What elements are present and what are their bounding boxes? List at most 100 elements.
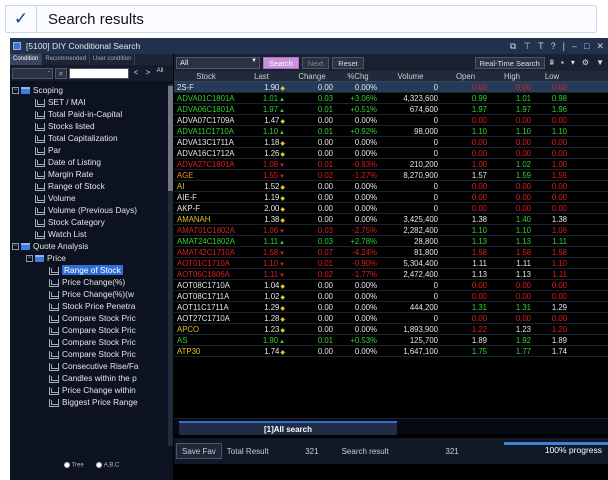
column-header-volume[interactable]: Volume (380, 71, 441, 81)
table-row[interactable]: AIE-F 1.19◆ 0.00 0.00% 0 0.00 0.00 0.00 (174, 192, 608, 203)
reset-button[interactable]: Reset (332, 56, 364, 69)
table-row[interactable]: AMAT24C1802A 1.11▲ 0.03 +2.78% 28,800 1.13 1.1… (174, 236, 608, 247)
window-control-0-icon[interactable]: ⧉ (510, 41, 516, 52)
table-row[interactable]: AOT01C1710A 1.10▼ 0.01 -0.90% 5,304,400 1.11 1… (174, 258, 608, 269)
collapse-icon[interactable]: − (26, 255, 33, 263)
table-row[interactable]: AI 1.52◆ 0.00 0.00% 0 0.00 0.00 0.00 (174, 181, 608, 192)
table-row[interactable]: AOT27C1710A 1.28◆ 0.00 0.00% 0 0.00 0.00 0.00 (174, 313, 608, 324)
cell-chg: 0.02 (317, 171, 333, 180)
window-control-2-icon[interactable]: T (538, 41, 544, 52)
tree-item[interactable]: − Price (10, 252, 168, 264)
column-header-low[interactable]: Low (534, 71, 570, 81)
table-row[interactable]: ADVA16C1712A 1.26◆ 0.00 0.00% 0 0.00 0.00 0.00 (174, 148, 608, 159)
tree-item[interactable]: Margin Rate (10, 168, 168, 180)
market-filter-dropdown[interactable]: All (176, 56, 260, 69)
tree-item[interactable]: Date of Listing (10, 156, 168, 168)
filter-icon[interactable]: ▼ (594, 58, 606, 67)
table-row[interactable]: ADVA07C1709A 1.47◆ 0.00 0.00% 0 0.00 0.00 0.00 (174, 115, 608, 126)
search-button[interactable]: Search (263, 56, 299, 69)
table-row[interactable]: ADVA13C1711A 1.18◆ 0.00 0.00% 0 0.00 0.00 0.00 (174, 137, 608, 148)
next-button[interactable]: > (143, 68, 153, 79)
column-header-stock[interactable]: Stock (174, 71, 235, 81)
prev-button[interactable]: < (131, 68, 141, 79)
table-row[interactable]: AOT08C1710A 1.04◆ 0.00 0.00% 0 0.00 0.00 0.00 (174, 280, 608, 291)
tree-item[interactable]: Price Change within (10, 384, 168, 396)
table-row[interactable]: AMAT01C1802A 1.06▼ 0.03 -2.75% 2,282,400 1.10… (174, 225, 608, 236)
window-control-3-icon[interactable]: ? (551, 41, 556, 52)
scrollbar-thumb[interactable] (168, 86, 173, 191)
column-header-high[interactable]: High (490, 71, 534, 81)
next-button[interactable]: Next (301, 56, 330, 69)
window-control-1-icon[interactable]: ⊤ (523, 41, 531, 52)
layout-icon[interactable]: ▪ (559, 58, 566, 67)
table-row[interactable]: APCO 1.23◆ 0.00 0.00% 1,893,900 1.22 1.23 1.20 (174, 324, 608, 335)
collapse-icon[interactable]: − (12, 243, 19, 251)
table-row[interactable]: ADVA27C1801A 1.06▼ 0.01 -0.93% 210,200 1.00 1.… (174, 159, 608, 170)
table-row[interactable]: AMANAH 1.38◆ 0.00 0.00% 3,425,400 1.38 1.40 1.3… (174, 214, 608, 225)
tree-item[interactable]: − Scoping (10, 84, 168, 96)
tree-item[interactable]: Compare Stock Pric (10, 324, 168, 336)
table-row[interactable]: AOT11C1711A 1.29◆ 0.00 0.00% 444,200 1.31 1.31… (174, 302, 608, 313)
window-control-6-icon[interactable]: □ (584, 41, 589, 52)
window-control-7-icon[interactable]: ✕ (596, 41, 604, 52)
tree-item[interactable]: Stock Category (10, 216, 168, 228)
tree-item[interactable]: Par (10, 144, 168, 156)
down-arrow-icon: ▼ (279, 163, 285, 169)
collapse-icon[interactable]: − (12, 87, 19, 95)
column-header-last[interactable]: Last (235, 71, 288, 81)
table-row[interactable]: AOT06C1806A 1.11▼ 0.02 -1.77% 2,472,400 1.13 1… (174, 269, 608, 280)
column-header-change[interactable]: Change (288, 71, 336, 81)
table-row[interactable]: ADVA01C1801A 1.01▲ 0.03 +3.06% 4,323,600 0.99… (174, 93, 608, 104)
tree-item[interactable]: Total Paid-in-Capital (10, 108, 168, 120)
cell-high: 1.92 (515, 336, 531, 345)
tab-user-condition[interactable]: User condition (90, 54, 136, 65)
tree-scrollbar[interactable] (168, 84, 173, 446)
table-row[interactable]: AOT08C1711A 1.02◆ 0.00 0.00% 0 0.00 0.00 0.00 (174, 291, 608, 302)
tree-item[interactable]: SET / MAI (10, 96, 168, 108)
table-row[interactable]: AGE 1.55▼ 0.02 -1.27% 8,270,900 1.57 1.59 1.55 (174, 170, 608, 181)
column-header-chg[interactable]: %Chg (336, 71, 380, 81)
tree-item[interactable]: Price Change(%)(w (10, 288, 168, 300)
table-row[interactable]: AKP-F 2.00◆ 0.00 0.00% 0 0.00 0.00 0.00 (174, 203, 608, 214)
tree-item[interactable]: Stocks listed (10, 120, 168, 132)
dropdown-icon[interactable]: ▾ (569, 58, 577, 67)
tree-item[interactable]: Candles within the p (10, 372, 168, 384)
tree-item[interactable]: Biggest Price Range (10, 396, 168, 408)
tree-item[interactable]: Watch List (10, 228, 168, 240)
search-icon[interactable]: ⌕ (55, 67, 67, 79)
tree-item[interactable]: Compare Stock Pric (10, 312, 168, 324)
table-row[interactable]: 2S-F 1.90◆ 0.00 0.00% 0 0.00 0.00 0.00 (174, 82, 608, 93)
tree-item[interactable]: Total Capitalization (10, 132, 168, 144)
table-row[interactable]: ATP30 1.74◆ 0.00 0.00% 1,647,100 1.75 1.77 1.74 (174, 346, 608, 357)
tree-item[interactable]: Price Change(%) (10, 276, 168, 288)
tab-condition[interactable]: Condition (10, 54, 43, 65)
tree-item[interactable]: Volume (Previous Days) (10, 204, 168, 216)
condition-search-input[interactable] (69, 67, 129, 79)
tree-option[interactable]: Tree (63, 461, 84, 468)
cell-vol: 2,282,400 (403, 226, 438, 235)
tree-item[interactable]: Compare Stock Pric (10, 336, 168, 348)
window-control-5-icon[interactable]: – (572, 41, 577, 52)
chart-icon[interactable]: ⩩ (548, 58, 556, 68)
filter-select[interactable]: - (12, 67, 53, 79)
tab-all-search[interactable]: [1]All search (179, 421, 397, 435)
tree-item[interactable]: − Quote Analysis (10, 240, 168, 252)
column-header-open[interactable]: Open (441, 71, 490, 81)
table-row[interactable]: ADVA11C1710A 1.10▲ 0.01 +0.92% 98,000 1.10 1.1… (174, 126, 608, 137)
realtime-search-button[interactable]: Real-Time Search (474, 56, 545, 69)
abc-option[interactable]: A,B,C (95, 461, 119, 468)
tab-recommended[interactable]: Recommended (42, 54, 91, 65)
all-button[interactable]: All (155, 68, 165, 79)
tree-item[interactable]: Consecutive Rise/Fa (10, 360, 168, 372)
tree-item[interactable]: Stock Price Penetra (10, 300, 168, 312)
table-row[interactable]: AMAT42C1710A 1.58▼ 0.07 -4.24% 81,800 1.58 1.5… (174, 247, 608, 258)
tree-item[interactable]: Range of Stock (10, 180, 168, 192)
table-row[interactable]: ADVA06C1801A 1.97▲ 0.01 +0.51% 674,600 1.97 1.… (174, 104, 608, 115)
tree-item[interactable]: Range of Stock (10, 264, 168, 276)
gear-icon[interactable]: ⚙ (580, 58, 591, 67)
window-control-4-icon[interactable]: | (563, 41, 565, 52)
table-row[interactable]: AS 1.90▲ 0.01 +0.53% 125,700 1.89 1.92 1.89 (174, 335, 608, 346)
tree-item[interactable]: Compare Stock Pric (10, 348, 168, 360)
tree-item[interactable]: Volume (10, 192, 168, 204)
save-fav-button[interactable]: Save Fav (176, 443, 222, 459)
